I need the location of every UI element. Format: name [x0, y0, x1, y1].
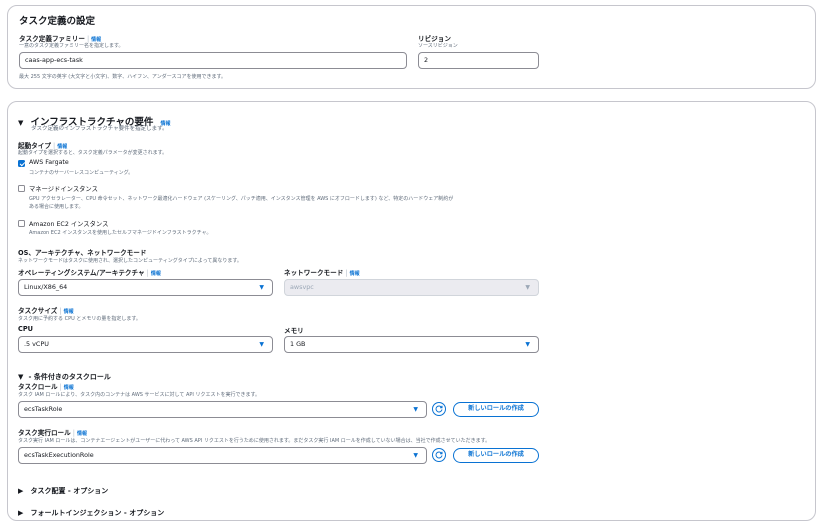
task-size-label: タスクサイズ | 情報 — [18, 305, 74, 315]
network-mode-select: awsvpc ▼ — [284, 279, 539, 296]
cpu-select-value: .5 vCPU — [24, 340, 49, 348]
placement-section-header[interactable]: ▶ タスク配置 - オプション — [18, 478, 108, 497]
roles-section-title: - 条件付きのタスクロール — [28, 373, 111, 381]
separator: | — [345, 269, 348, 277]
caret-down-icon: ▼ — [525, 284, 530, 291]
network-mode-info-link[interactable]: 情報 — [350, 271, 360, 277]
task-size-label-text: タスクサイズ — [18, 307, 58, 315]
revision-input[interactable]: 2 — [418, 52, 539, 69]
refresh-icon — [435, 451, 443, 459]
network-mode-label-text: ネットワークモード — [284, 269, 344, 277]
separator: | — [59, 383, 62, 391]
task-definition-title: タスク定義の設定 — [19, 16, 96, 27]
exec-role-select[interactable]: ecsTaskExecutionRole ▼ — [18, 447, 427, 464]
placement-section-title: タスク配置 - オプション — [30, 487, 109, 495]
caret-right-icon: ▶ — [18, 487, 24, 495]
os-section-label: OS、アーキテクチャ、ネットワークモード — [18, 249, 147, 257]
memory-label: メモリ — [284, 327, 304, 335]
exec-role-label-text: タスク実行ロール — [18, 429, 71, 437]
fargate-label[interactable]: AWS Fargate — [29, 159, 69, 166]
family-input[interactable]: caas-app-ecs-task — [19, 52, 407, 69]
os-info-link[interactable]: 情報 — [151, 271, 161, 277]
ec2-description: Amazon EC2 インスタンスを使用したセルフマネージドインフラストラクチャ… — [29, 230, 212, 236]
caret-right-icon: ▶ — [18, 509, 24, 517]
managed-instances-label[interactable]: マネージドインスタンス — [29, 184, 98, 193]
cpu-select[interactable]: .5 vCPU ▼ — [18, 336, 273, 353]
caret-down-icon: ▼ — [18, 119, 24, 127]
fault-injection-section-header[interactable]: ▶ フォールトインジェクション - オプション — [18, 500, 164, 519]
caret-down-icon: ▼ — [259, 284, 264, 291]
infrastructure-panel: ▼ インフラストラクチャの要件 情報 タスク定義のインフラストラクチャ要件を指定… — [7, 101, 816, 521]
exec-role-select-value: ecsTaskExecutionRole — [24, 451, 94, 459]
fault-injection-section-title: フォールトインジェクション - オプション — [30, 509, 165, 517]
caret-down-icon: ▼ — [18, 373, 24, 381]
exec-role-description: タスク実行 IAM ロールは、コンテナエージェントがユーザーに代わって AWS … — [18, 438, 491, 444]
task-role-description: タスク IAM ロールにより、タスク内のコンテナは AWS サービスに対して A… — [18, 392, 260, 398]
task-role-label-text: タスクロール — [18, 383, 58, 391]
separator: | — [146, 269, 149, 277]
memory-select-value: 1 GB — [290, 340, 306, 348]
exec-role-refresh-button[interactable] — [432, 448, 446, 462]
managed-instances-description: GPU アクセラレーター、CPU 命令セット、ネットワーク最適化ハードウェア (… — [29, 196, 454, 202]
task-definition-panel: タスク定義の設定 タスク定義ファミリー | 情報 一意のタスク定義ファミリー名を指定… — [7, 5, 816, 89]
exec-role-create-button[interactable]: 新しいロールの作成 — [453, 448, 539, 463]
exec-role-label: タスク実行ロール | 情報 — [18, 427, 87, 437]
fargate-description: コンテナのサーバーレスコンピューティング。 — [29, 170, 134, 176]
os-select[interactable]: Linux/X86_64 ▼ — [18, 279, 273, 296]
managed-instances-description-line2: ある場合に使用します。 — [29, 204, 84, 210]
family-hint: 最大 255 文字の英字 (大文字と小文字)、数字、ハイフン、アンダースコアを使… — [19, 74, 226, 80]
task-role-create-button[interactable]: 新しいロールの作成 — [453, 402, 539, 417]
infra-description: タスク定義のインフラストラクチャ要件を指定します。 — [31, 126, 168, 132]
separator: | — [59, 307, 62, 315]
ec2-checkbox[interactable] — [18, 220, 25, 227]
separator: | — [72, 429, 75, 437]
launch-type-description: 起動タイプを選択すると、タスク定義パラメータが変更されます。 — [18, 150, 168, 156]
revision-description: ソースリビジョン — [418, 43, 458, 49]
os-section-description: ネットワークモードはタスクに使用され、選択したコンピューティングタイプによって異… — [18, 258, 242, 264]
task-role-select-value: ecsTaskRole — [24, 405, 63, 413]
fargate-checkbox[interactable] — [18, 160, 25, 167]
cpu-label: CPU — [18, 325, 34, 333]
task-role-label: タスクロール | 情報 — [18, 381, 74, 391]
caret-down-icon: ▼ — [413, 406, 418, 413]
os-label: オペレーティングシステム/アーキテクチャ | 情報 — [18, 267, 161, 277]
refresh-icon — [435, 405, 443, 413]
task-size-description: タスク用に予約する CPU とメモリの量を指定します。 — [18, 316, 141, 322]
os-label-text: オペレーティングシステム/アーキテクチャ — [18, 269, 145, 277]
family-description: 一意のタスク定義ファミリー名を指定します。 — [19, 43, 124, 49]
task-role-refresh-button[interactable] — [432, 402, 446, 416]
managed-instances-checkbox[interactable] — [18, 185, 25, 192]
task-role-select[interactable]: ecsTaskRole ▼ — [18, 401, 427, 418]
caret-down-icon: ▼ — [259, 341, 264, 348]
os-select-value: Linux/X86_64 — [24, 283, 68, 291]
ec2-label[interactable]: Amazon EC2 インスタンス — [29, 219, 108, 228]
memory-select[interactable]: 1 GB ▼ — [284, 336, 539, 353]
caret-down-icon: ▼ — [413, 452, 418, 459]
network-mode-label: ネットワークモード | 情報 — [284, 267, 360, 277]
caret-down-icon: ▼ — [525, 341, 530, 348]
network-mode-select-value: awsvpc — [290, 283, 314, 291]
